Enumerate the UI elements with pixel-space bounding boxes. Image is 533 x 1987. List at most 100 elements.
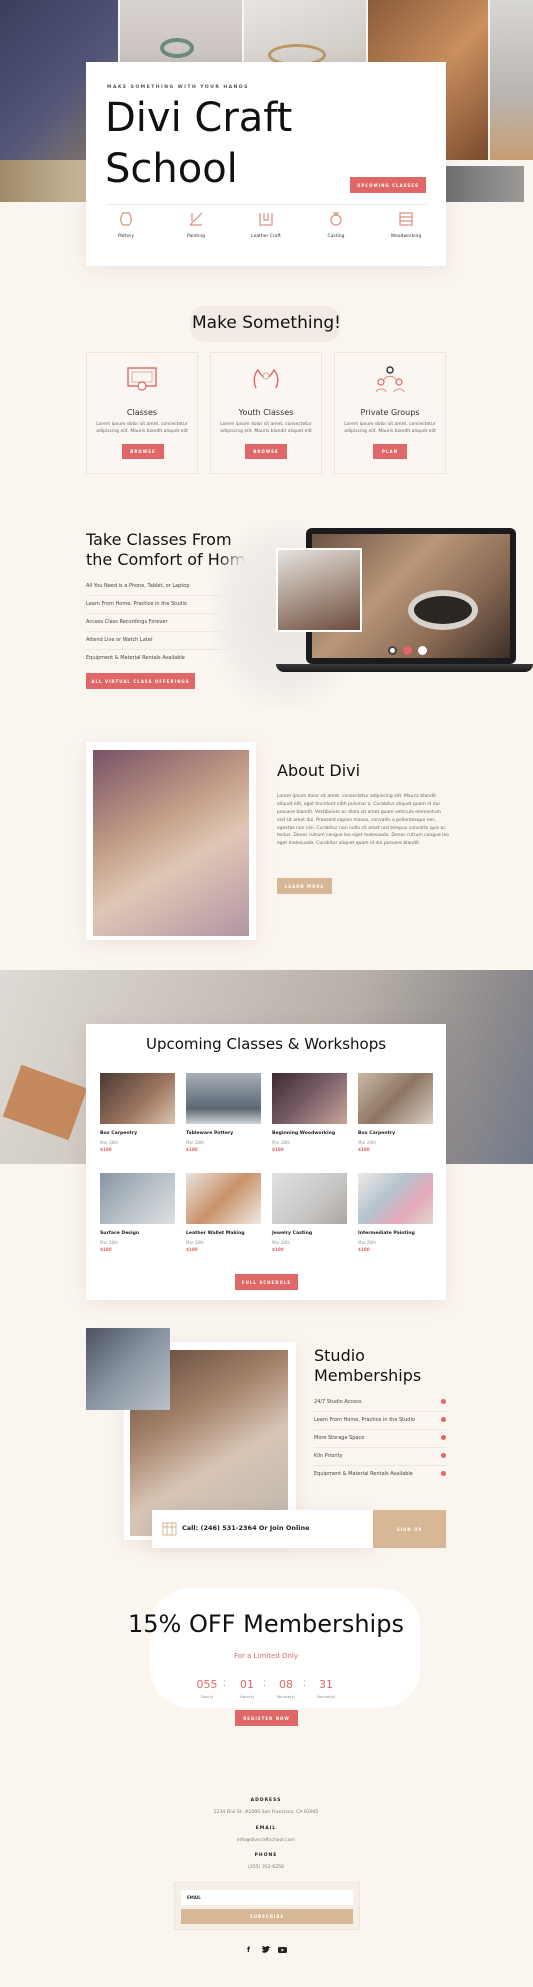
countdown-hours: 01 (240, 1678, 254, 1691)
course-price: $180 (272, 1147, 284, 1152)
hero-photo-1b (0, 160, 86, 202)
twitter-icon[interactable] (262, 1946, 271, 1954)
course-image[interactable] (272, 1073, 347, 1124)
virtual-item: Attend Live or Watch Later (86, 637, 153, 643)
card-title: Classes (126, 408, 158, 417)
group-icon (375, 366, 405, 393)
full-schedule-button[interactable]: FULL SCHEDULE (235, 1274, 298, 1290)
upcoming-card (86, 1024, 446, 1300)
course-date: Mar 28th (186, 1140, 205, 1145)
upcoming-classes-button[interactable]: UPCOMING CLASSES (350, 177, 426, 193)
virtual-item: Access Class Recordings Forever (86, 619, 168, 625)
hands-icon (253, 368, 279, 389)
bullet-dot (441, 1417, 446, 1422)
painting-icon (189, 212, 203, 226)
learn-more-button[interactable]: LEARN MORE (277, 878, 332, 894)
virtual-item: All You Need is a Phone, Tablet, or Lapt… (86, 583, 190, 589)
virtual-offerings-button[interactable]: ALL VIRTUAL CLASS OFFERINGS (86, 673, 195, 689)
row-divider (314, 1411, 446, 1412)
laptop-base (276, 664, 533, 672)
address-label: ADDRESS (250, 1798, 282, 1803)
promo-heading: 15% OFF Memberships (128, 1610, 404, 1638)
course-price: $180 (186, 1247, 198, 1252)
course-title[interactable]: Jewelry Casting (272, 1231, 312, 1236)
countdown-separator: : (223, 1678, 226, 1689)
course-title[interactable]: Surface Design (100, 1231, 139, 1236)
membership-item: 24/7 Studio Access (314, 1399, 362, 1405)
row-divider (314, 1429, 446, 1430)
course-date: Mar 28th (358, 1240, 377, 1245)
card-desc: Lorem ipsum dolor sit amet, consectetur … (96, 422, 188, 435)
countdown-separator: : (263, 1678, 266, 1689)
category-leather[interactable]: Leather Craft (244, 210, 288, 246)
course-title[interactable]: Tableware Pottery (186, 1131, 233, 1136)
make-something-heading: Make Something! (192, 313, 341, 333)
course-date: Mar 28th (100, 1140, 119, 1145)
promo-subheading: For a Limited Only (233, 1652, 299, 1660)
card-title: Private Groups (360, 408, 420, 417)
phone-link[interactable]: (255) 352-6258 (86, 1865, 446, 1870)
register-now-button[interactable]: REGISTER NOW (235, 1710, 298, 1726)
category-label: Leather Craft (251, 234, 281, 239)
membership-item: More Storage Space (314, 1435, 365, 1441)
course-image[interactable] (272, 1173, 347, 1224)
address-text: 1234 Divi St. #1000 San Francisco, CA 93… (213, 1810, 319, 1815)
row-divider (314, 1465, 446, 1466)
course-title[interactable]: Intermediate Painting (358, 1231, 415, 1236)
groups-plan-button[interactable]: PLAN (373, 444, 407, 459)
membership-item: Equipment & Material Rentals Available (314, 1471, 413, 1477)
course-image[interactable] (186, 1173, 261, 1224)
video-inset (276, 548, 362, 632)
hero-divider (107, 204, 427, 205)
category-casting[interactable]: Casting (314, 210, 358, 246)
course-image[interactable] (100, 1173, 175, 1224)
info-icon[interactable] (418, 646, 427, 655)
course-date: Mar 28th (358, 1140, 377, 1145)
about-heading: About Divi (277, 761, 361, 780)
course-price: $180 (186, 1147, 198, 1152)
email-label: EMAIL (255, 1826, 277, 1831)
course-title[interactable]: Leather Wallet Making (186, 1231, 245, 1236)
hero-title-line1: Divi Craft (105, 95, 293, 141)
phone-label: PHONE (254, 1853, 278, 1858)
course-title[interactable]: Box Carpentry (358, 1131, 395, 1136)
facebook-icon[interactable]: f (247, 1946, 250, 1954)
course-title[interactable]: Beginning Woodworking (272, 1131, 335, 1136)
leather-icon (259, 213, 273, 226)
bullet-dot (441, 1435, 446, 1440)
classes-browse-button[interactable]: BROWSE (122, 444, 164, 459)
course-image[interactable] (358, 1073, 433, 1124)
course-price: $180 (272, 1247, 284, 1252)
ring-image (160, 38, 194, 58)
youtube-icon[interactable] (278, 1946, 287, 1954)
category-painting[interactable]: Painting (174, 210, 218, 246)
pottery-wheel (408, 590, 478, 630)
youth-browse-button[interactable]: BROWSE (245, 444, 287, 459)
membership-heading-line2: Memberships (314, 1366, 422, 1385)
category-woodworking[interactable]: Woodworking (384, 210, 428, 246)
course-price: $180 (100, 1247, 112, 1252)
pottery-cups-photo (86, 1328, 170, 1410)
subscribe-button[interactable]: SUBSCRIBE (181, 1909, 353, 1924)
countdown-seconds: 31 (319, 1678, 333, 1691)
bullet-dot (441, 1399, 446, 1404)
hero-title-line2: School (105, 146, 238, 192)
course-image[interactable] (186, 1073, 261, 1124)
course-date: Mar 28th (272, 1140, 291, 1145)
course-date: Mar 28th (186, 1240, 205, 1245)
membership-heading-line1: Studio (314, 1346, 365, 1365)
course-image[interactable] (358, 1173, 433, 1224)
course-image[interactable] (100, 1073, 175, 1124)
membership-signup-button[interactable]: SIGN UP (373, 1510, 446, 1548)
newsletter-email-input[interactable]: EMAIL (181, 1890, 353, 1905)
card-desc: Lorem ipsum dolor sit amet, consectetur … (344, 422, 436, 435)
virtual-item: Learn From Home, Practice in the Studio (86, 601, 187, 607)
end-call-icon[interactable] (403, 646, 412, 655)
course-title[interactable]: Box Carpentry (100, 1131, 137, 1136)
countdown-minutes: 08 (279, 1678, 293, 1691)
category-pottery[interactable]: Pottery (104, 210, 148, 246)
virtual-item: Equipment & Material Rentals Available (86, 655, 185, 661)
camera-icon[interactable] (388, 646, 397, 655)
membership-item: Kiln Priority (314, 1453, 343, 1459)
email-link[interactable]: info@divicraftschool.com (86, 1838, 446, 1843)
